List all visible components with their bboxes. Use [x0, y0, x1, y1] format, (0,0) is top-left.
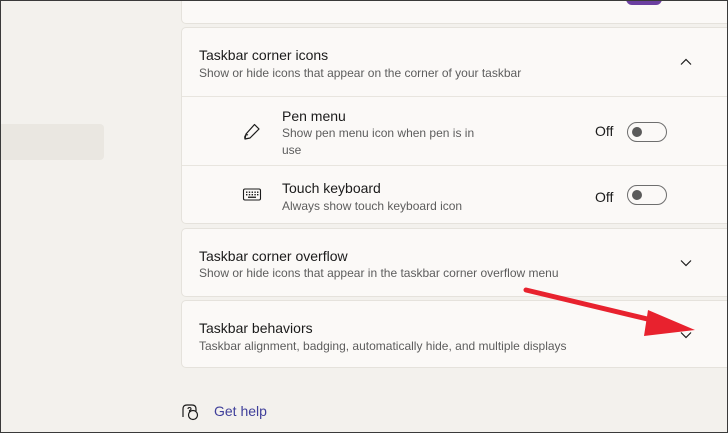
section-description: Show or hide icons that appear on the co… — [199, 66, 522, 80]
toggle-knob — [632, 127, 642, 137]
divider — [182, 96, 728, 97]
touch-keyboard-title: Touch keyboard — [282, 180, 381, 196]
section-title: Taskbar corner icons — [199, 47, 329, 63]
get-help-label: Get help — [214, 403, 267, 419]
pen-menu-title: Pen menu — [282, 108, 346, 124]
section-title: Taskbar behaviors — [199, 320, 313, 336]
pen-icon — [244, 123, 260, 140]
section-description: Show or hide icons that appear in the ta… — [199, 266, 559, 280]
touch-keyboard-toggle[interactable] — [627, 185, 667, 205]
toggle-knob — [632, 190, 642, 200]
section-title: Taskbar corner overflow — [199, 248, 348, 264]
get-help-link[interactable]: Get help — [181, 401, 301, 423]
chevron-up-icon[interactable] — [679, 55, 693, 69]
touch-keyboard-description: Always show touch keyboard icon — [282, 199, 463, 213]
help-icon — [182, 404, 199, 421]
section-description: Taskbar alignment, badging, automaticall… — [199, 339, 567, 353]
pen-menu-description: Show pen menu icon when pen is in use — [282, 126, 475, 157]
taskbar-corner-icons-header[interactable]: Taskbar corner icons Show or hide icons … — [182, 28, 728, 96]
pen-menu-toggle[interactable] — [627, 122, 667, 142]
divider — [182, 165, 728, 166]
previous-setting-card — [181, 0, 728, 24]
touch-keyboard-state: Off — [595, 189, 614, 205]
annotation-arrow — [523, 287, 695, 336]
taskbar-corner-icons-card: Taskbar corner icons Show or hide icons … — [181, 27, 728, 224]
keyboard-icon — [242, 188, 262, 201]
pen-menu-state: Off — [595, 123, 614, 139]
sidebar-selected-item[interactable] — [0, 124, 104, 160]
chevron-down-icon[interactable] — [679, 256, 693, 270]
previous-setting-control[interactable] — [626, 0, 662, 5]
